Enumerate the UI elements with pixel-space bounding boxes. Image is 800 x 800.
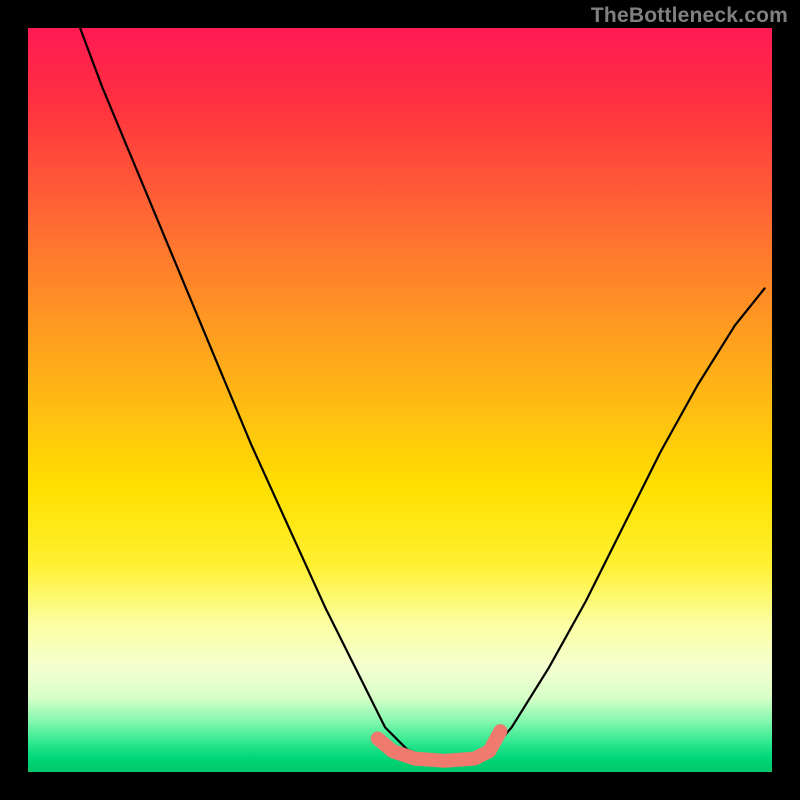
attribution-label: TheBottleneck.com bbox=[591, 4, 788, 28]
main-curve-line bbox=[80, 28, 765, 761]
valley-band-line bbox=[378, 731, 501, 761]
chart-plot-area bbox=[28, 28, 772, 772]
chart-svg bbox=[28, 28, 772, 772]
